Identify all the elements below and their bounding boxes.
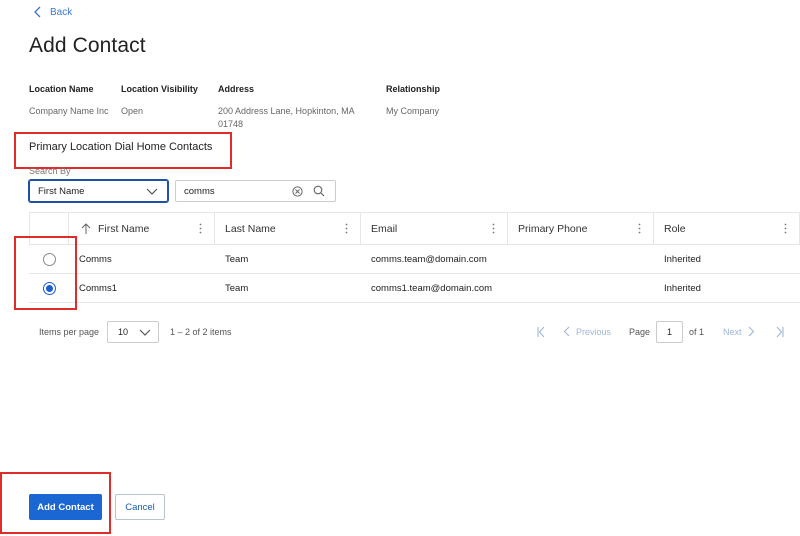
previous-label: Previous bbox=[576, 326, 612, 337]
location-visibility-value: Open bbox=[121, 106, 144, 116]
relationship-field: Relationship My Company bbox=[386, 84, 486, 118]
chevron-left-icon bbox=[563, 326, 570, 337]
table-header-row: First Name Last Name Email Primary Phone… bbox=[29, 212, 800, 245]
address-label: Address bbox=[218, 84, 255, 94]
email-cell: comms.team@domain.com bbox=[371, 253, 487, 265]
back-link[interactable]: Back bbox=[33, 6, 72, 18]
column-label: Role bbox=[664, 222, 686, 235]
page-label: Page bbox=[629, 327, 651, 337]
items-per-page-select[interactable]: 10 bbox=[107, 321, 159, 343]
search-input[interactable]: comms bbox=[175, 180, 336, 202]
column-label: Primary Phone bbox=[518, 222, 588, 235]
column-menu-icon[interactable] bbox=[638, 223, 641, 234]
chevron-down-icon bbox=[139, 329, 151, 336]
items-range: 1 – 2 of 2 items bbox=[170, 327, 232, 337]
location-name-value: Company Name Inc bbox=[29, 106, 109, 116]
search-query: comms bbox=[184, 185, 215, 197]
chevron-right-icon bbox=[748, 326, 754, 337]
items-per-page-value: 10 bbox=[118, 327, 129, 337]
column-header-role[interactable]: Role bbox=[654, 213, 800, 244]
search-field-select[interactable]: First Name bbox=[29, 180, 168, 202]
first-page-icon[interactable] bbox=[536, 326, 546, 338]
address-value: 200 Address Lane, Hopkinton, MA 01748 bbox=[218, 106, 355, 129]
next-label: Next bbox=[723, 326, 742, 337]
contacts-table: First Name Last Name Email Primary Phone… bbox=[29, 212, 800, 303]
items-per-page-label: Items per page bbox=[39, 327, 100, 337]
role-cell: Inherited bbox=[664, 253, 701, 265]
page-number-input[interactable]: 1 bbox=[656, 321, 683, 343]
location-visibility-label: Location Visibility bbox=[121, 84, 198, 94]
primary-phone-cell bbox=[508, 245, 654, 273]
row-select-radio[interactable] bbox=[42, 281, 56, 295]
section-title: Primary Location Dial Home Contacts bbox=[29, 141, 213, 153]
last-name-cell: Team bbox=[225, 253, 249, 265]
select-column-header bbox=[29, 213, 69, 244]
role-cell: Inherited bbox=[664, 282, 701, 294]
column-header-primary-phone[interactable]: Primary Phone bbox=[508, 213, 654, 244]
column-menu-icon[interactable] bbox=[784, 223, 787, 234]
next-page-button[interactable]: Next bbox=[723, 326, 755, 337]
search-by-label: Search By bbox=[29, 166, 71, 176]
column-header-first-name[interactable]: First Name bbox=[69, 213, 215, 244]
search-field-value: First Name bbox=[38, 185, 85, 197]
email-cell: comms1.team@domain.com bbox=[371, 282, 493, 294]
column-menu-icon[interactable] bbox=[345, 223, 348, 234]
column-menu-icon[interactable] bbox=[199, 223, 202, 234]
row-select-cell bbox=[29, 274, 69, 302]
location-name-label: Location Name bbox=[29, 84, 94, 94]
column-header-email[interactable]: Email bbox=[361, 213, 508, 244]
page-title: Add Contact bbox=[29, 34, 146, 57]
add-contact-button[interactable]: Add Contact bbox=[29, 494, 102, 520]
first-name-cell: Comms1 bbox=[79, 282, 118, 294]
column-label: Last Name bbox=[225, 222, 276, 235]
pagination-bar: Items per page 10 1 – 2 of 2 items Previ… bbox=[39, 321, 800, 343]
row-select-cell bbox=[29, 245, 69, 273]
last-page-icon[interactable] bbox=[775, 326, 785, 338]
search-icon[interactable] bbox=[313, 185, 325, 197]
column-menu-icon[interactable] bbox=[492, 223, 495, 234]
primary-phone-cell bbox=[508, 274, 654, 302]
location-name-field: Location Name Company Name Inc bbox=[29, 84, 109, 118]
relationship-label: Relationship bbox=[386, 84, 441, 94]
back-label: Back bbox=[50, 6, 73, 18]
previous-page-button[interactable]: Previous bbox=[563, 326, 611, 337]
column-label: First Name bbox=[98, 222, 150, 235]
page-total: of 1 bbox=[689, 327, 705, 337]
chevron-down-icon bbox=[146, 188, 158, 195]
column-label: Email bbox=[371, 222, 398, 235]
cancel-button[interactable]: Cancel bbox=[115, 494, 165, 520]
column-header-last-name[interactable]: Last Name bbox=[215, 213, 361, 244]
sort-ascending-icon bbox=[81, 222, 91, 234]
table-row[interactable]: Comms1 Team comms1.team@domain.com Inher… bbox=[29, 274, 800, 303]
clear-icon[interactable] bbox=[292, 186, 303, 197]
address-field: Address 200 Address Lane, Hopkinton, MA … bbox=[218, 84, 368, 131]
location-visibility-field: Location Visibility Open bbox=[121, 84, 211, 118]
relationship-value: My Company bbox=[386, 106, 440, 116]
row-select-radio[interactable] bbox=[42, 252, 56, 266]
first-name-cell: Comms bbox=[79, 253, 112, 265]
chevron-left-icon bbox=[34, 6, 41, 18]
table-row[interactable]: Comms Team comms.team@domain.com Inherit… bbox=[29, 245, 800, 274]
last-name-cell: Team bbox=[225, 282, 249, 294]
